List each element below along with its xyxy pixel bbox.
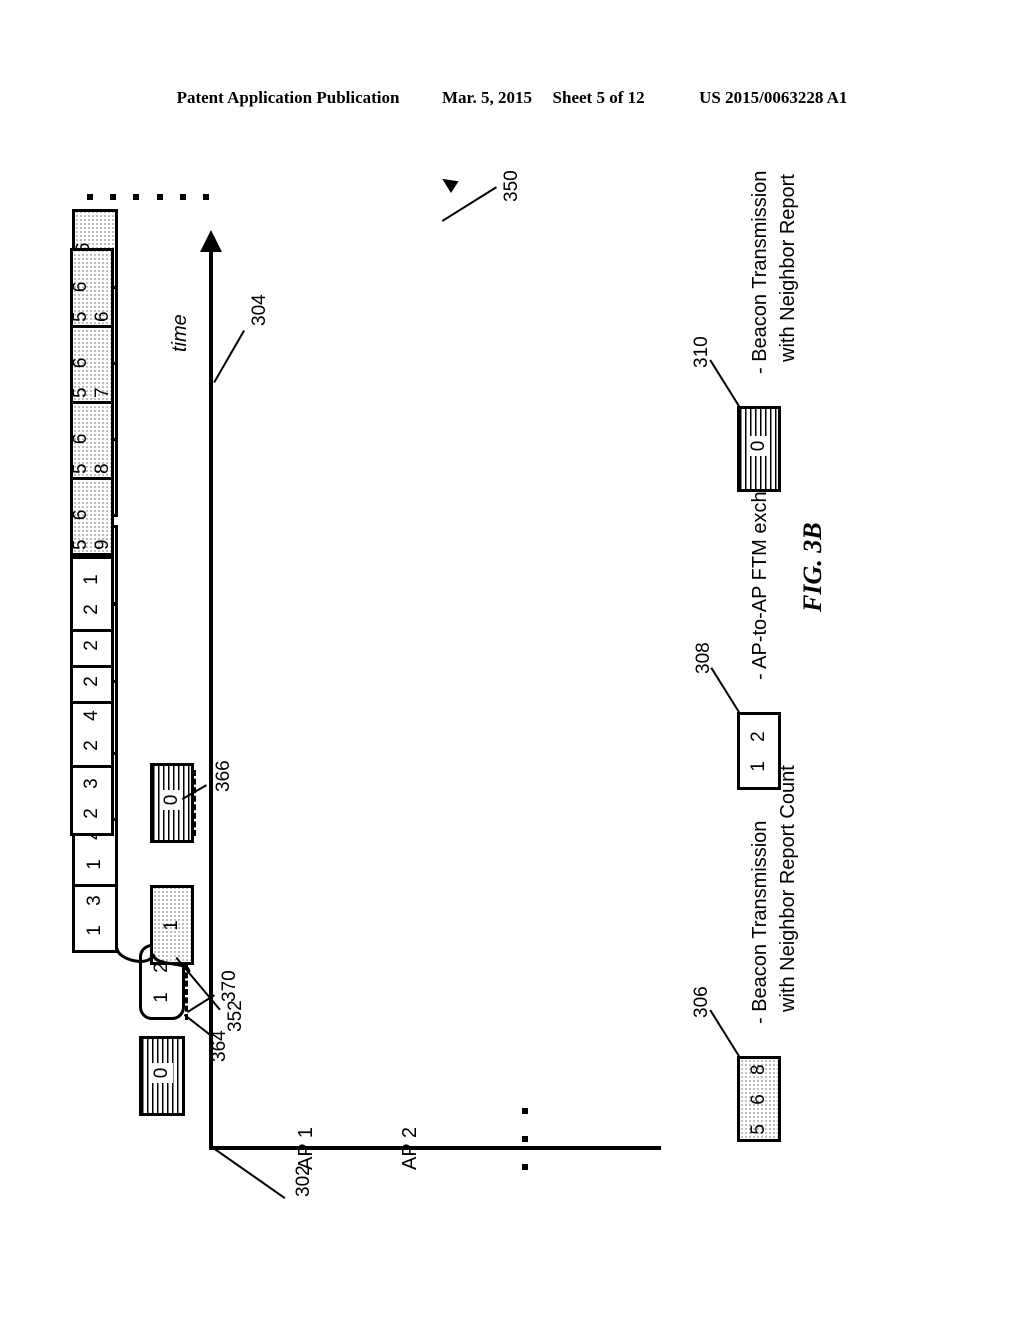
- ap1-ftm-1-3-box[interactable]: 1 3: [72, 877, 118, 953]
- figure-label: FIG. 3B: [798, 522, 827, 612]
- ap1-beacon-0-box[interactable]: 0: [139, 1036, 185, 1116]
- time-axis-arrowhead: [200, 230, 222, 252]
- ref-370-label: 370: [219, 970, 240, 1002]
- ap2-beacon-5-6-7-box[interactable]: 5 6 7: [70, 324, 114, 404]
- row-label-ap1: AP 1: [295, 1127, 317, 1170]
- ref-308-label: 308: [693, 642, 714, 674]
- ref-304-label: 304: [249, 294, 270, 326]
- figure-3b: time 304 302 350 AP 1 AP 2 0 1 2 1 3 1 4…: [70, 110, 927, 1210]
- legend-310-leader: [709, 359, 741, 408]
- legend-sample-308: 1 2: [737, 712, 781, 790]
- ap2-continuation-ellipsis: [157, 194, 226, 200]
- legend-306-leader: [709, 1009, 741, 1058]
- ref-310-label: 310: [691, 336, 712, 368]
- ref-302-leader: [213, 1148, 286, 1199]
- legend-sample-306: 5 6 8: [737, 1056, 781, 1142]
- ref-304-leader: [213, 330, 245, 383]
- ap2-ftm-2-3-box[interactable]: 2 3: [70, 760, 114, 836]
- ap2-beacon-5-6-8-box[interactable]: 5 6 8: [70, 400, 114, 480]
- ref-352-label: 352: [225, 1000, 246, 1032]
- ref-366-label: 366: [213, 760, 234, 792]
- ap2-ftm-2-1-box[interactable]: 2 1: [70, 556, 114, 632]
- legend-310-line2: with Neighbor Report: [777, 174, 799, 362]
- ap2-beacon-0-box[interactable]: 0: [150, 763, 194, 843]
- figure-rotation-wrapper: time 304 302 350 AP 1 AP 2 0 1 2 1 3 1 4…: [0, 0, 1024, 1320]
- ref-302-label: 302: [293, 1165, 314, 1197]
- legend-306-line1: - Beacon Transmission: [749, 820, 771, 1024]
- ref-364-leader: [183, 1014, 212, 1037]
- ap2-beacon-5-6-9-box[interactable]: 5 6 9: [70, 476, 114, 556]
- ap1-continuation-ellipsis: [87, 194, 156, 200]
- time-axis-label: time: [169, 314, 191, 352]
- ref-364-label: 364: [209, 1030, 230, 1062]
- row-label-ellipsis: [515, 1086, 533, 1170]
- row-label-ap2: AP 2: [399, 1127, 421, 1170]
- ap2-beacon-5-6-6-box[interactable]: 5 6 6: [70, 248, 114, 328]
- legend-306-line2: with Neighbor Report Count: [777, 765, 799, 1012]
- vertical-axis-line: [209, 1146, 661, 1150]
- brace-370-icon: [115, 947, 191, 973]
- ref-350-label: 350: [501, 170, 522, 202]
- legend-310-line1: - Beacon Transmission: [749, 170, 771, 374]
- ref-350-arrowhead: [438, 173, 459, 193]
- dashed-line-366: [193, 770, 196, 836]
- legend-sample-310: 0: [737, 406, 781, 492]
- ref-306-label: 306: [691, 986, 712, 1018]
- legend-308-leader: [710, 667, 741, 714]
